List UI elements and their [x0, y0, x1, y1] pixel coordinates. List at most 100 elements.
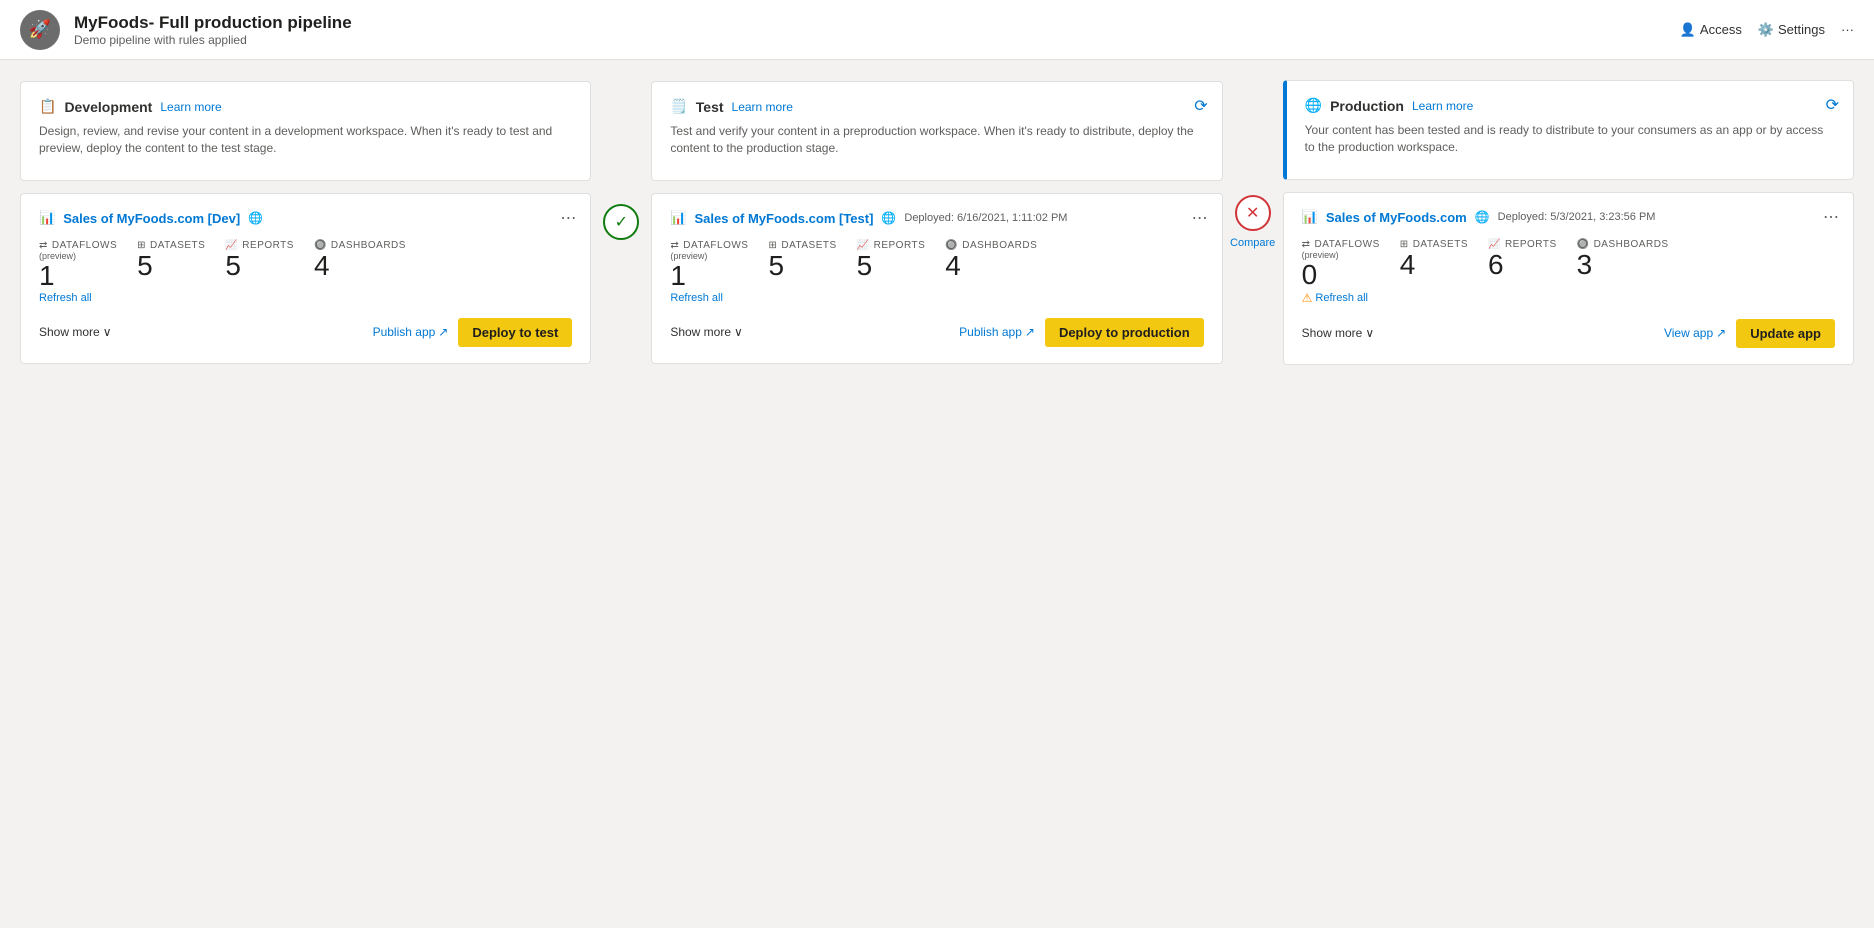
test-workspace-header: 📊 Sales of MyFoods.com [Test] 🌐 Deployed… [670, 210, 1203, 226]
development-header: 📋 Development Learn more [39, 98, 572, 115]
top-bar-left: 🚀 MyFoods- Full production pipeline Demo… [20, 10, 352, 50]
production-show-more-button[interactable]: Show more ∨ [1302, 326, 1375, 340]
ellipsis-icon: ··· [1841, 22, 1854, 37]
development-stage-icon: 📋 [39, 98, 56, 115]
app-subtitle: Demo pipeline with rules applied [74, 33, 352, 47]
test-network-icon: 🌐 [881, 211, 896, 225]
development-dataflows-label: ⇄ DATAFLOWS [39, 240, 117, 251]
development-dashboards-value: 4 [314, 251, 330, 282]
chevron-down-icon: ∨ [103, 325, 112, 339]
production-more-menu[interactable]: ⋯ [1823, 207, 1839, 227]
test-info-card: 🗒️ Test Learn more Test and verify your … [651, 81, 1222, 181]
production-refresh-all[interactable]: Refresh all [1315, 292, 1368, 304]
production-external-link-icon: ↗ [1716, 326, 1726, 340]
connector-dev-to-test: ✓ [591, 80, 651, 365]
development-workspace-footer: Show more ∨ Publish app ↗ Deploy to test [39, 318, 572, 347]
test-refresh-icon[interactable]: ⟳ [1194, 96, 1207, 116]
development-dashboards-metric: 🔘 DASHBOARDS 4 [314, 240, 406, 282]
test-deploy-to-production-button[interactable]: Deploy to production [1045, 318, 1204, 347]
external-link-icon: ↗ [438, 325, 448, 339]
more-button[interactable]: ··· [1841, 22, 1854, 37]
access-label: Access [1700, 22, 1742, 37]
production-chevron-down-icon: ∨ [1365, 326, 1374, 340]
settings-button[interactable]: ⚙️ Settings [1758, 22, 1825, 38]
production-reports-metric: 📈 REPORTS 6 [1488, 239, 1557, 281]
test-dataflows-value: 1 [670, 261, 686, 292]
stage-production: 🌐 Production Learn more Your content has… [1283, 80, 1854, 365]
test-dashboards-metric: 🔘 DASHBOARDS 4 [945, 240, 1037, 282]
warning-icon: ⚠ [1302, 291, 1313, 305]
test-chevron-down-icon: ∨ [734, 325, 743, 339]
production-deployed-info: Deployed: 5/3/2021, 3:23:56 PM [1498, 211, 1656, 223]
development-datasets-metric: ⊞ DATASETS 5 [137, 240, 205, 282]
access-button[interactable]: 👤 Access [1680, 22, 1742, 38]
development-learn-more[interactable]: Learn more [160, 100, 221, 114]
development-dataflows-metric: ⇄ DATAFLOWS (preview) 1 Refresh all [39, 240, 117, 304]
test-dashboards-value: 4 [945, 251, 961, 282]
test-external-link-icon: ↗ [1025, 325, 1035, 339]
development-title: Development [64, 99, 152, 115]
development-workspace-title[interactable]: Sales of MyFoods.com [Dev] [63, 211, 240, 226]
stage-development-container: 📋 Development Learn more Design, review,… [20, 81, 591, 364]
top-bar-right: 👤 Access ⚙️ Settings ··· [1680, 22, 1854, 38]
pipeline-row: 📋 Development Learn more Design, review,… [20, 80, 1854, 365]
development-refresh-all[interactable]: Refresh all [39, 292, 92, 304]
stage-test: 🗒️ Test Learn more Test and verify your … [651, 80, 1222, 365]
test-show-more-button[interactable]: Show more ∨ [670, 325, 743, 339]
production-refresh-warning: ⚠ Refresh all [1302, 291, 1368, 305]
test-workspace-footer: Show more ∨ Publish app ↗ Deploy to prod… [670, 318, 1203, 347]
production-metrics-row: ⇄ DATAFLOWS (preview) 0 ⚠ Refresh all [1302, 239, 1835, 305]
test-refresh-all[interactable]: Refresh all [670, 292, 723, 304]
test-stage-icon: 🗒️ [670, 98, 687, 115]
development-more-menu[interactable]: ⋯ [560, 208, 576, 228]
production-desc: Your content has been tested and is read… [1305, 122, 1835, 156]
test-dataflows-metric: ⇄ DATAFLOWS (preview) 1 Refresh all [670, 240, 748, 304]
test-header: 🗒️ Test Learn more [670, 98, 1203, 115]
development-info-card: 📋 Development Learn more Design, review,… [20, 81, 591, 181]
development-publish-app-link[interactable]: Publish app ↗ [373, 325, 449, 339]
user-icon: 👤 [1680, 22, 1696, 38]
production-workspace-icon: 📊 [1302, 209, 1318, 225]
test-workspace-title[interactable]: Sales of MyFoods.com [Test] [695, 211, 874, 226]
compare-link[interactable]: Compare [1230, 237, 1275, 249]
production-footer-actions: View app ↗ Update app [1664, 319, 1835, 348]
production-datasets-value: 4 [1400, 250, 1416, 281]
test-dataflows-icon: ⇄ [670, 240, 679, 251]
production-dataflows-label: ⇄ DATAFLOWS [1302, 239, 1380, 250]
connector-status-dev-test: ✓ [603, 204, 639, 240]
development-desc: Design, review, and revise your content … [39, 123, 572, 157]
top-bar: 🚀 MyFoods- Full production pipeline Demo… [0, 0, 1874, 60]
development-show-more-button[interactable]: Show more ∨ [39, 325, 112, 339]
production-learn-more[interactable]: Learn more [1412, 99, 1473, 113]
test-footer-actions: Publish app ↗ Deploy to production [959, 318, 1204, 347]
test-desc: Test and verify your content in a prepro… [670, 123, 1203, 157]
test-learn-more[interactable]: Learn more [732, 100, 793, 114]
production-workspace-title[interactable]: Sales of MyFoods.com [1326, 210, 1467, 225]
stage-test-container: 🗒️ Test Learn more Test and verify your … [651, 81, 1222, 364]
test-datasets-value: 5 [768, 251, 784, 282]
development-workspace-header: 📊 Sales of MyFoods.com [Dev] 🌐 [39, 210, 572, 226]
test-more-menu[interactable]: ⋯ [1192, 208, 1208, 228]
development-workspace-icon: 📊 [39, 210, 55, 226]
stage-development: 📋 Development Learn more Design, review,… [20, 80, 591, 365]
production-datasets-metric: ⊞ DATASETS 4 [1400, 239, 1468, 281]
test-metrics-row: ⇄ DATAFLOWS (preview) 1 Refresh all ⊞ DA… [670, 240, 1203, 304]
test-workspace-card: 📊 Sales of MyFoods.com [Test] 🌐 Deployed… [651, 193, 1222, 364]
test-reports-metric: 📈 REPORTS 5 [857, 240, 926, 282]
production-update-app-button[interactable]: Update app [1736, 319, 1835, 348]
production-dataflows-metric: ⇄ DATAFLOWS (preview) 0 ⚠ Refresh all [1302, 239, 1380, 305]
test-publish-app-link[interactable]: Publish app ↗ [959, 325, 1035, 339]
connector-test-to-production: ✕ Compare [1223, 80, 1283, 365]
development-reports-value: 5 [225, 251, 241, 282]
production-workspace-footer: Show more ∨ View app ↗ Update app [1302, 319, 1835, 348]
deploy-error-indicator: ✕ [1235, 195, 1271, 231]
production-info-card: 🌐 Production Learn more Your content has… [1283, 80, 1854, 180]
production-view-app-link[interactable]: View app ↗ [1664, 326, 1726, 340]
production-refresh-icon[interactable]: ⟳ [1826, 95, 1839, 115]
production-dataflows-icon: ⇄ [1302, 239, 1311, 250]
development-dataflows-value: 1 [39, 261, 55, 292]
development-deploy-to-test-button[interactable]: Deploy to test [458, 318, 572, 347]
test-dataflows-label: ⇄ DATAFLOWS [670, 240, 748, 251]
production-dashboards-value: 3 [1577, 250, 1593, 281]
app-icon: 🚀 [20, 10, 60, 50]
